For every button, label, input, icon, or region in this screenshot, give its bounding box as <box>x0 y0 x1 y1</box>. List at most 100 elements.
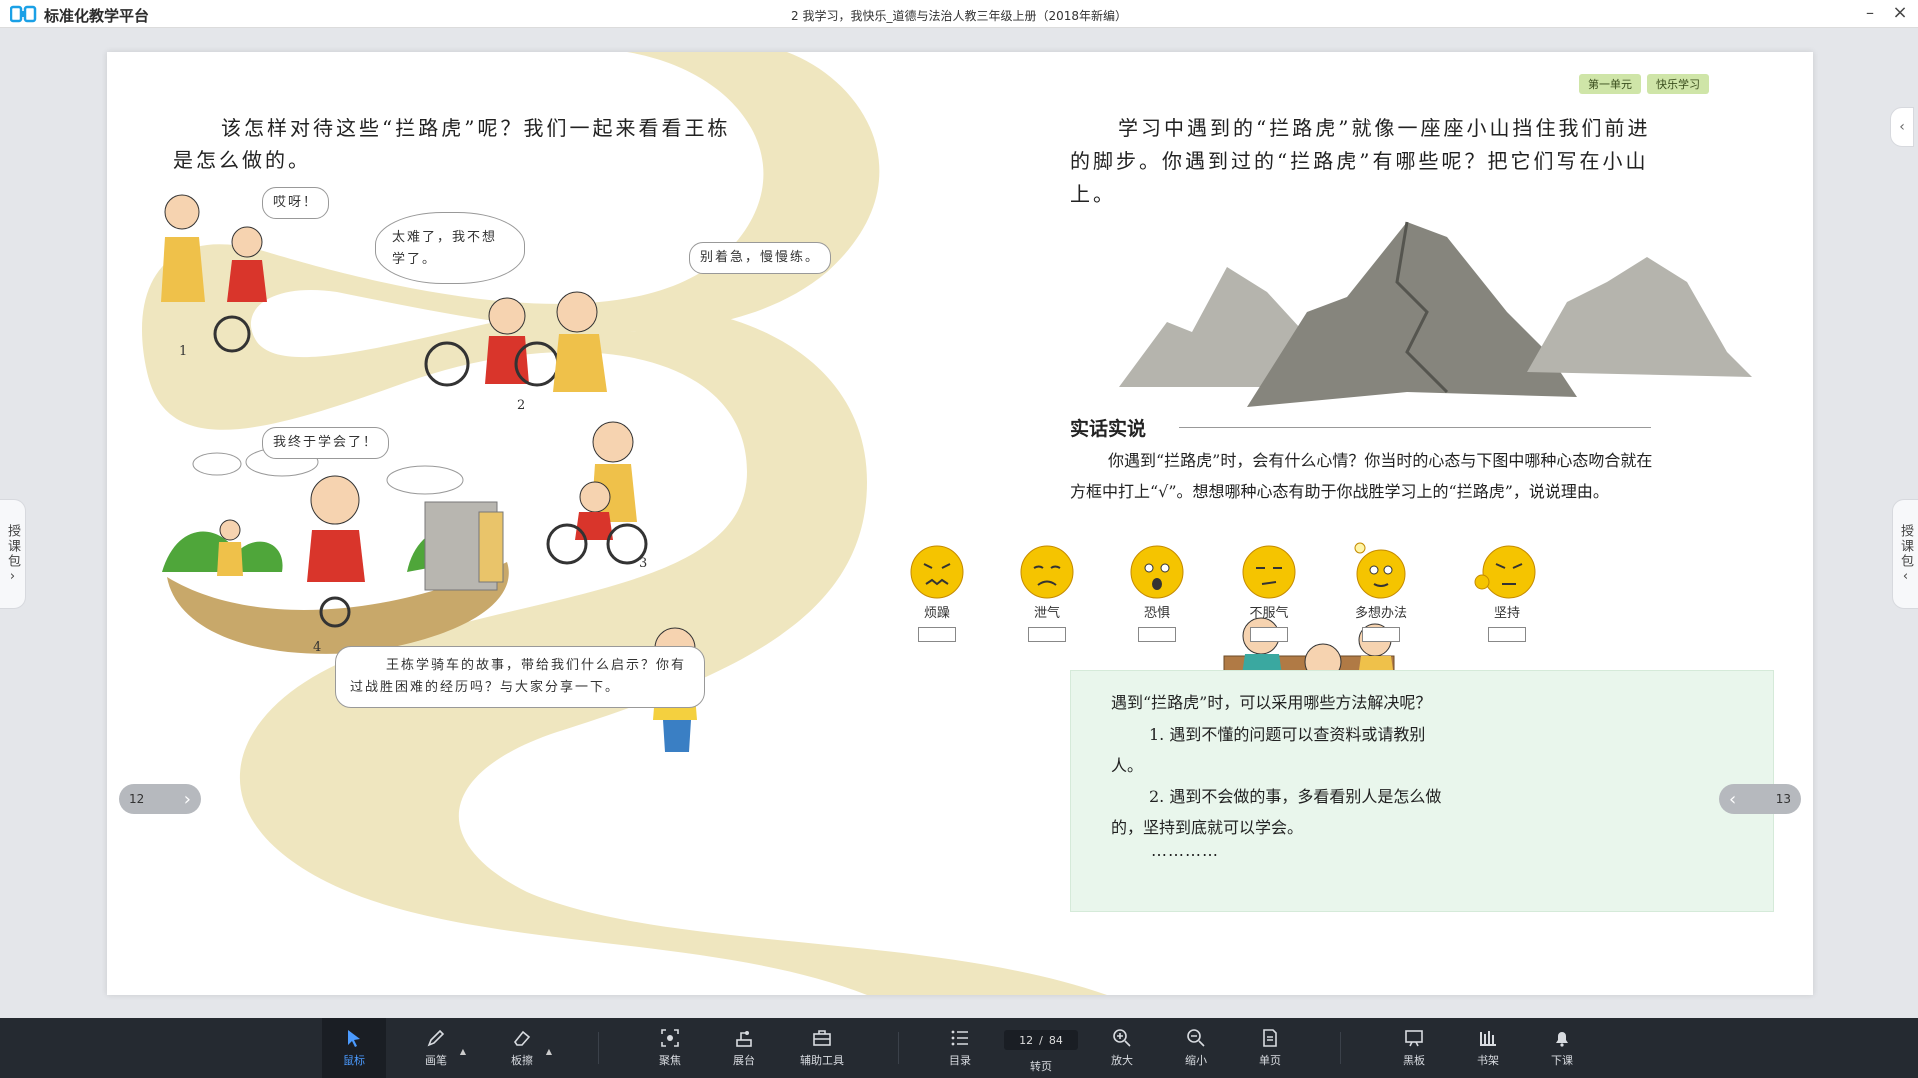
chevron-left-icon: ‹ <box>1902 569 1909 584</box>
speech-bubble-dont-worry: 别着急，慢慢练。 <box>689 242 832 274</box>
emotion-option-think-of-ways: 多想办法 <box>1336 542 1426 642</box>
tip-item: 2. 遇到不会做的事，多看看别人是怎么做的，坚持到底就可以学会。 <box>1111 787 1442 837</box>
speech-bubble-story-question: 王栋学骑车的故事，带给我们什么启示？你有过战胜困难的经历吗？与大家分享一下。 <box>335 646 705 708</box>
emotion-label: 恐惧 <box>1143 606 1170 621</box>
end-class-button[interactable]: 下课 <box>1530 1018 1594 1078</box>
focus-icon <box>661 1029 679 1047</box>
emotion-checkbox[interactable] <box>918 627 956 642</box>
tool-label: 辅助工具 <box>800 1054 844 1067</box>
emotion-option-persist: 坚持 <box>1462 542 1552 642</box>
emotion-label: 烦躁 <box>923 606 950 621</box>
left-page-intro: 该怎样对待这些“拦路虎”呢？我们一起来看看王栋是怎么做的。 <box>173 116 731 172</box>
tips-ellipsis: ………… <box>1151 841 1219 860</box>
left-page-number: 12 <box>129 792 145 806</box>
thinking-face-icon <box>1354 542 1406 599</box>
tool-label: 鼠标 <box>343 1054 365 1067</box>
app-name: 标准化教学平台 <box>44 7 150 25</box>
sad-face-icon <box>1020 545 1074 599</box>
zoom-out-button[interactable]: 缩小 <box>1164 1018 1228 1078</box>
emotion-checkbox[interactable] <box>1488 627 1526 642</box>
defiant-face-icon <box>1242 545 1296 599</box>
assist-tools-button[interactable]: 辅助工具 <box>786 1018 858 1078</box>
emotion-option-discouraged: 泄气 <box>1002 542 1092 642</box>
blackboard-icon <box>1405 1030 1423 1047</box>
focus-tool-button[interactable]: 聚焦 <box>638 1018 702 1078</box>
determined-face-icon <box>1474 545 1536 599</box>
eraser-tool-button[interactable]: 板擦 ▲ <box>490 1018 554 1078</box>
single-page-button[interactable]: 单页 <box>1238 1018 1302 1078</box>
toolbar-divider <box>598 1032 599 1064</box>
zoom-in-icon <box>1113 1029 1131 1047</box>
page-counter[interactable]: 12 / 84 <box>1004 1030 1078 1050</box>
emotion-option-fear: 恐惧 <box>1112 542 1202 642</box>
zoom-in-button[interactable]: 放大 <box>1090 1018 1154 1078</box>
tool-label: 目录 <box>949 1054 971 1067</box>
lesson-pack-tab-left[interactable]: 授课包 › <box>0 499 26 609</box>
tip-item: 1. 遇到不懂的问题可以查资料或请教别人。 <box>1111 725 1426 775</box>
emotion-checkbox[interactable] <box>1250 627 1288 642</box>
lesson-pack-label: 授课包 <box>1898 524 1913 569</box>
total-pages: 84 <box>1048 1033 1063 1047</box>
zoom-out-icon <box>1187 1029 1205 1047</box>
emotion-checkbox[interactable] <box>1138 627 1176 642</box>
caret-up-icon[interactable]: ▲ <box>460 1047 466 1056</box>
stage-tool-button[interactable]: 展台 <box>712 1018 776 1078</box>
tool-label: 下课 <box>1551 1054 1573 1067</box>
emotion-label: 不服气 <box>1249 606 1289 621</box>
blackboard-button[interactable]: 黑板 <box>1382 1018 1446 1078</box>
toolbar-divider <box>898 1032 899 1064</box>
tool-label: 缩小 <box>1185 1054 1207 1067</box>
bookshelf-button[interactable]: 书架 <box>1456 1018 1520 1078</box>
document-title: 2 我学习，我快乐_道德与法治人教三年级上册（2018年新编） <box>791 9 1127 23</box>
emotion-label: 坚持 <box>1493 606 1520 621</box>
minimize-button[interactable]: – <box>1860 4 1880 24</box>
caret-up-icon[interactable]: ▲ <box>546 1047 552 1056</box>
textbook-spread: 该怎样对待这些“拦路虎”呢？我们一起来看看王栋是怎么做的。 哎呀！ 太难了，我不… <box>107 52 1813 995</box>
emotion-option-irritable: 烦躁 <box>892 542 982 642</box>
cursor-icon <box>348 1030 360 1047</box>
tool-label: 黑板 <box>1403 1054 1425 1067</box>
emotion-checkbox[interactable] <box>1028 627 1066 642</box>
panel-number: 4 <box>313 640 322 655</box>
app-logo-icon <box>10 5 37 23</box>
collapse-panel-button[interactable]: ‹ <box>1890 107 1914 147</box>
lesson-pack-tab-right[interactable]: 授课包 ‹ <box>1892 499 1918 609</box>
current-page: 12 <box>1019 1033 1034 1047</box>
document-camera-icon <box>736 1031 752 1047</box>
scared-face-icon <box>1130 545 1184 599</box>
tool-label: 聚焦 <box>659 1054 681 1067</box>
tool-label: 书架 <box>1477 1054 1499 1067</box>
emotion-option-defiant: 不服气 <box>1224 542 1314 642</box>
page-separator: / <box>1039 1033 1043 1047</box>
close-button[interactable]: × <box>1890 4 1910 24</box>
bottom-toolbar: 鼠标 画笔 ▲ 板擦 ▲ 聚焦 展台 辅助工具 目录 12 / 84 转页 放大… <box>0 1018 1918 1078</box>
emotion-checkbox[interactable] <box>1362 627 1400 642</box>
tool-label: 放大 <box>1111 1054 1133 1067</box>
mountains-illustration <box>1119 221 1752 407</box>
eraser-icon <box>514 1030 531 1046</box>
tool-label: 展台 <box>733 1054 755 1067</box>
page-nav-right: ‹ 13 <box>1719 784 1801 814</box>
prev-page-arrow-icon[interactable]: ‹ <box>1729 789 1736 810</box>
speech-bubble-learned: 我终于学会了！ <box>262 427 390 459</box>
table-of-contents-button[interactable]: 目录 <box>928 1018 992 1078</box>
right-page-intro: 学习中遇到的“拦路虎”就像一座座小山挡住我们前进的脚步。你遇到过的“拦路虎”有哪… <box>1070 116 1651 206</box>
pen-icon <box>427 1029 445 1047</box>
toolbox-icon <box>813 1030 831 1046</box>
speech-bubble-aiya: 哎呀！ <box>262 187 330 219</box>
goto-page-button[interactable]: 转页 <box>1004 1058 1078 1074</box>
emotion-label: 多想办法 <box>1354 606 1407 621</box>
unit-badges: 第一单元 快乐学习 <box>1579 74 1709 94</box>
pen-tool-button[interactable]: 画笔 ▲ <box>404 1018 468 1078</box>
next-page-arrow-icon[interactable]: › <box>184 789 191 810</box>
chevron-right-icon: › <box>9 569 16 584</box>
tool-label: 画笔 <box>425 1054 447 1067</box>
bell-icon <box>1556 1032 1568 1047</box>
section-divider <box>1179 427 1651 428</box>
thought-bubble-too-hard: 太难了，我不想学了。 <box>375 212 525 284</box>
mouse-tool-button[interactable]: 鼠标 <box>322 1018 386 1078</box>
tool-label: 单页 <box>1259 1054 1281 1067</box>
lesson-badge: 快乐学习 <box>1647 74 1709 94</box>
section-body: 你遇到“拦路虎”时，会有什么心情？你当时的心态与下图中哪种心态吻合就在方框中打上… <box>1070 451 1653 501</box>
toolbar-divider <box>1340 1032 1341 1064</box>
